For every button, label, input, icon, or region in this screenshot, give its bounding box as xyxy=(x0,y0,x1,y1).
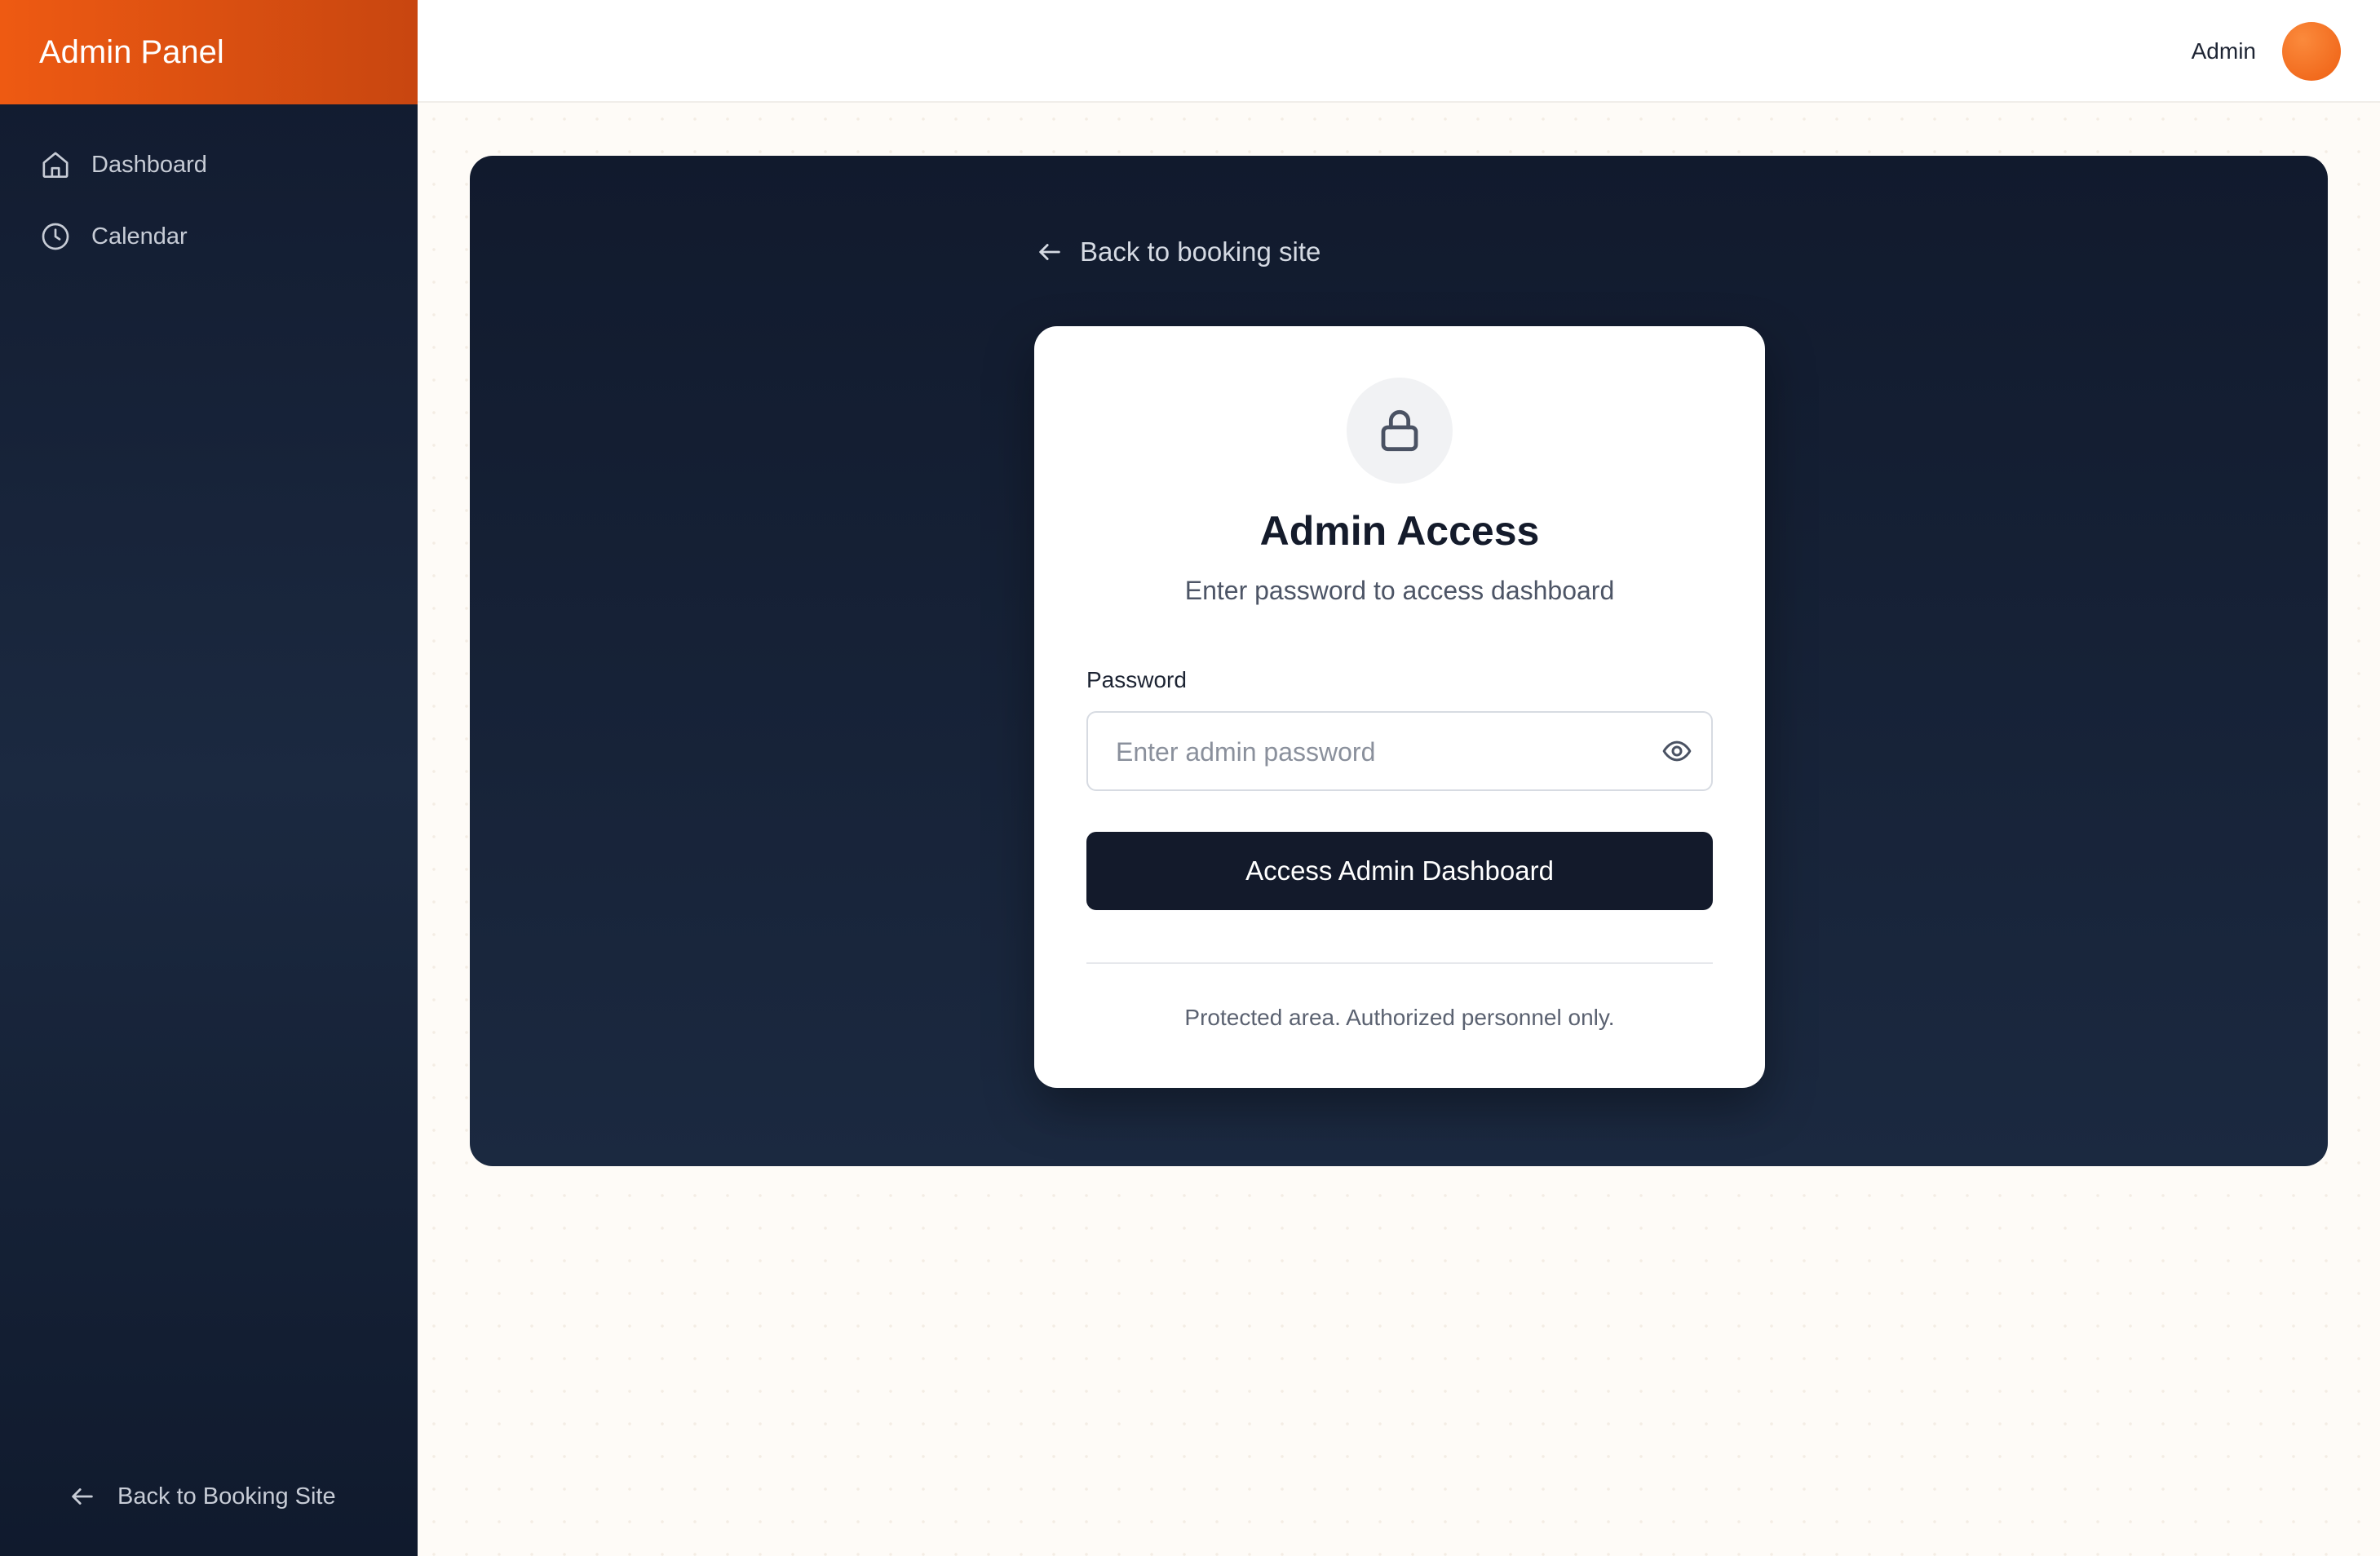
divider xyxy=(1086,962,1713,964)
arrow-left-icon xyxy=(72,1488,93,1505)
top-bar: Admin xyxy=(418,0,2380,103)
sidebar-item-dashboard[interactable]: Dashboard xyxy=(0,140,418,189)
arrow-left-icon xyxy=(1039,244,1060,260)
clock-icon xyxy=(42,223,69,250)
sidebar-item-label: Calendar xyxy=(91,223,188,250)
password-input[interactable] xyxy=(1114,713,1639,791)
sidebar: Admin Panel Dashboard Calendar Back to B… xyxy=(0,0,418,1556)
sidebar-nav: Dashboard Calendar xyxy=(0,140,418,261)
back-link-label: Back to booking site xyxy=(1080,236,1321,267)
eye-icon[interactable] xyxy=(1661,735,1693,767)
password-field xyxy=(1086,711,1713,791)
user-menu[interactable]: Admin xyxy=(2192,22,2341,81)
login-card: Admin Access Enter password to access da… xyxy=(1034,326,1765,1088)
password-label: Password xyxy=(1086,667,1187,692)
home-icon xyxy=(42,152,69,179)
app-title: Admin Panel xyxy=(0,0,418,104)
back-to-booking-site-link[interactable]: Back to Booking Site xyxy=(69,1483,336,1510)
user-name: Admin xyxy=(2191,38,2256,64)
card-title: Admin Access xyxy=(1259,508,1540,554)
sidebar-item-calendar[interactable]: Calendar xyxy=(0,212,418,261)
lock-badge xyxy=(1347,378,1453,484)
sidebar-item-label: Dashboard xyxy=(91,151,207,178)
avatar[interactable] xyxy=(2282,22,2341,81)
protected-note: Protected area. Authorized personnel onl… xyxy=(1184,1005,1615,1030)
lock-icon xyxy=(1381,410,1418,452)
back-to-booking-site-label: Back to Booking Site xyxy=(117,1483,336,1510)
card-subtitle: Enter password to access dashboard xyxy=(1184,576,1615,605)
access-dashboard-button[interactable]: Access Admin Dashboard xyxy=(1086,832,1713,910)
back-to-booking-link[interactable]: Back to booking site xyxy=(1036,236,1321,267)
